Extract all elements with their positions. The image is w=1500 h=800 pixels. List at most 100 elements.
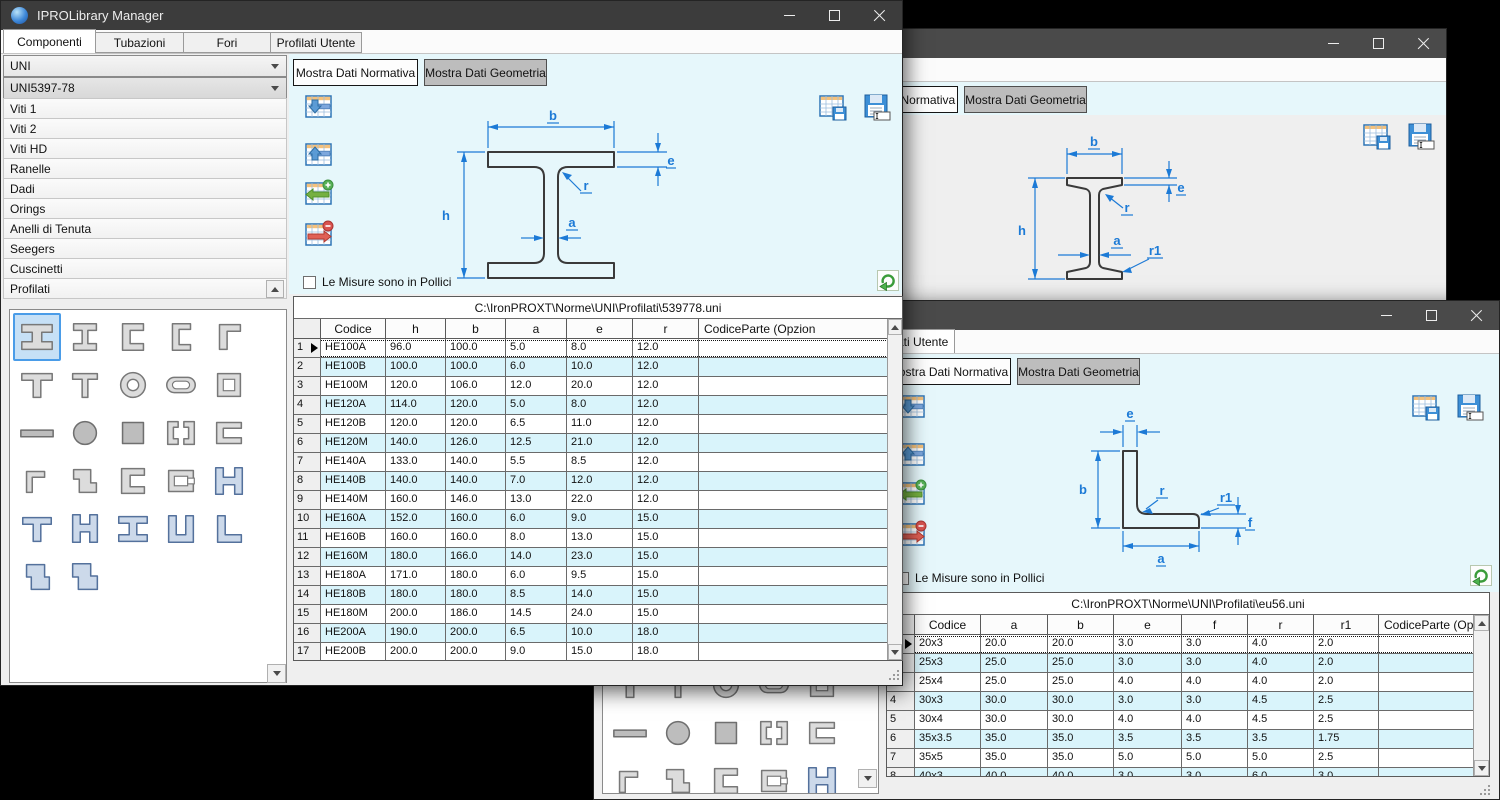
cell[interactable]: HE120A bbox=[321, 396, 386, 415]
cell[interactable]: 30.0 bbox=[981, 711, 1048, 730]
cell[interactable]: 3.0 bbox=[1182, 692, 1248, 711]
cell[interactable]: 200.0 bbox=[446, 643, 506, 661]
cell[interactable]: 152.0 bbox=[386, 510, 446, 529]
table-row[interactable]: 4HE120A114.0120.05.08.012.0 bbox=[294, 396, 889, 415]
resize-grip[interactable] bbox=[1480, 785, 1491, 796]
scroll-down-button[interactable] bbox=[267, 664, 286, 683]
cell[interactable]: HE120B bbox=[321, 415, 386, 434]
table-row[interactable]: 840x340.040.03.03.06.03.0 bbox=[887, 768, 1475, 777]
cell[interactable]: 15.0 bbox=[633, 605, 699, 624]
data-grid[interactable]: Codiceabefrr1CodiceParte (Opzi20x320.020… bbox=[887, 615, 1475, 776]
cell[interactable]: 106.0 bbox=[446, 377, 506, 396]
profile-icon-i-beam[interactable] bbox=[61, 313, 109, 361]
table-row[interactable]: 3HE100M120.0106.012.020.012.0 bbox=[294, 377, 889, 396]
cell[interactable]: HE180A bbox=[321, 567, 386, 586]
cell[interactable]: 3.0 bbox=[1114, 692, 1182, 711]
cell[interactable]: HE140M bbox=[321, 491, 386, 510]
profile-icon-round-bar[interactable] bbox=[61, 409, 109, 457]
row-header[interactable]: 13 bbox=[294, 567, 321, 586]
cell[interactable]: 10.0 bbox=[567, 624, 633, 643]
cell[interactable]: 180.0 bbox=[446, 586, 506, 605]
cell[interactable] bbox=[1379, 730, 1475, 749]
cell[interactable]: 180.0 bbox=[386, 548, 446, 567]
cell[interactable]: 20.0 bbox=[981, 635, 1048, 654]
cell[interactable]: 15.0 bbox=[633, 529, 699, 548]
save-as-icon[interactable] bbox=[1406, 122, 1437, 152]
column-header-e[interactable]: e bbox=[567, 319, 633, 339]
norm-combobox[interactable]: UNI5397-78 bbox=[3, 77, 287, 99]
column-header-b[interactable]: b bbox=[1048, 615, 1114, 635]
cell[interactable]: 120.0 bbox=[446, 396, 506, 415]
cell[interactable]: 25.0 bbox=[981, 654, 1048, 673]
table-row[interactable]: 15HE180M200.0186.014.524.015.0 bbox=[294, 605, 889, 624]
cell[interactable]: 12.0 bbox=[633, 491, 699, 510]
minimize-button[interactable] bbox=[1364, 301, 1409, 330]
cell[interactable]: 14.5 bbox=[506, 605, 567, 624]
cell[interactable] bbox=[1379, 635, 1475, 654]
cell[interactable]: HE100M bbox=[321, 377, 386, 396]
cell[interactable]: 5.0 bbox=[1182, 749, 1248, 768]
cell[interactable]: 200.0 bbox=[386, 643, 446, 661]
cell[interactable]: 40x3 bbox=[915, 768, 981, 777]
table-row[interactable]: 635x3.535.035.03.53.53.51.75 bbox=[887, 730, 1475, 749]
checkbox-box[interactable] bbox=[303, 276, 316, 289]
table-row[interactable]: 16HE200A190.0200.06.510.018.0 bbox=[294, 624, 889, 643]
cell[interactable]: 22.0 bbox=[567, 491, 633, 510]
column-header-f[interactable]: f bbox=[1182, 615, 1248, 635]
cell[interactable]: 126.0 bbox=[446, 434, 506, 453]
cell[interactable] bbox=[699, 510, 889, 529]
cell[interactable]: HE120M bbox=[321, 434, 386, 453]
table-row[interactable]: 25x425.025.04.04.04.02.0 bbox=[887, 673, 1475, 692]
cell[interactable]: 15.0 bbox=[633, 510, 699, 529]
table-row[interactable]: 20x320.020.03.03.04.02.0 bbox=[887, 635, 1475, 654]
cell[interactable]: 12.0 bbox=[567, 472, 633, 491]
cell[interactable]: 35.0 bbox=[981, 730, 1048, 749]
row-header[interactable]: 7 bbox=[294, 453, 321, 472]
save-as-icon[interactable] bbox=[1455, 393, 1486, 423]
profile-icon-tee-wide[interactable] bbox=[13, 361, 61, 409]
row-header[interactable]: 5 bbox=[294, 415, 321, 434]
cell[interactable]: 23.0 bbox=[567, 548, 633, 567]
save-table-icon[interactable] bbox=[1411, 393, 1442, 423]
profile-icon-oval-tube[interactable] bbox=[157, 361, 205, 409]
profile-icon-i-beam-steel[interactable] bbox=[109, 505, 157, 553]
table-row[interactable]: 430x330.030.03.03.04.52.5 bbox=[887, 692, 1475, 711]
profiles-table[interactable]: C:\IronPROXT\Norme\UNI\Profilati\539778.… bbox=[293, 296, 903, 661]
row-header[interactable]: 8 bbox=[294, 472, 321, 491]
cell[interactable]: HE100B bbox=[321, 358, 386, 377]
cell[interactable]: 190.0 bbox=[386, 624, 446, 643]
table-row[interactable]: 12HE160M180.0166.014.023.015.0 bbox=[294, 548, 889, 567]
profile-icon-square-bar[interactable] bbox=[109, 409, 157, 457]
cell[interactable]: 5.5 bbox=[506, 453, 567, 472]
cell[interactable]: HE100A bbox=[321, 339, 386, 358]
profile-icon-tee-steel[interactable] bbox=[13, 505, 61, 553]
cell[interactable] bbox=[699, 643, 889, 661]
row-header[interactable]: 6 bbox=[294, 434, 321, 453]
scroll-up-button[interactable] bbox=[1474, 615, 1489, 631]
cell[interactable] bbox=[1379, 749, 1475, 768]
cell[interactable]: 146.0 bbox=[446, 491, 506, 510]
cell[interactable]: HE140B bbox=[321, 472, 386, 491]
cell[interactable]: 13.0 bbox=[567, 529, 633, 548]
cell[interactable]: 2.5 bbox=[1314, 749, 1379, 768]
cell[interactable]: 25x3 bbox=[915, 654, 981, 673]
cell[interactable]: 14.0 bbox=[506, 548, 567, 567]
cell[interactable]: 160.0 bbox=[446, 510, 506, 529]
cell[interactable]: 11.0 bbox=[567, 415, 633, 434]
cell[interactable] bbox=[699, 529, 889, 548]
profile-icon-i-beam-wide[interactable] bbox=[13, 313, 61, 361]
cell[interactable] bbox=[699, 339, 889, 358]
column-header-codiceparte[interactable]: CodiceParte (Opzion bbox=[699, 319, 889, 339]
cell[interactable]: 15.0 bbox=[633, 567, 699, 586]
cell[interactable]: 171.0 bbox=[386, 567, 446, 586]
profile-icon-angle-small[interactable] bbox=[13, 457, 61, 505]
row-header[interactable]: 16 bbox=[294, 624, 321, 643]
profile-icon-channel[interactable] bbox=[109, 313, 157, 361]
cell[interactable]: 6.5 bbox=[506, 415, 567, 434]
maximize-button[interactable] bbox=[1356, 29, 1401, 58]
cell[interactable]: 25.0 bbox=[1048, 673, 1114, 692]
table-row[interactable]: 530x430.030.04.04.04.52.5 bbox=[887, 711, 1475, 730]
cell[interactable] bbox=[699, 491, 889, 510]
cell[interactable]: 140.0 bbox=[446, 453, 506, 472]
cell[interactable]: 200.0 bbox=[446, 624, 506, 643]
